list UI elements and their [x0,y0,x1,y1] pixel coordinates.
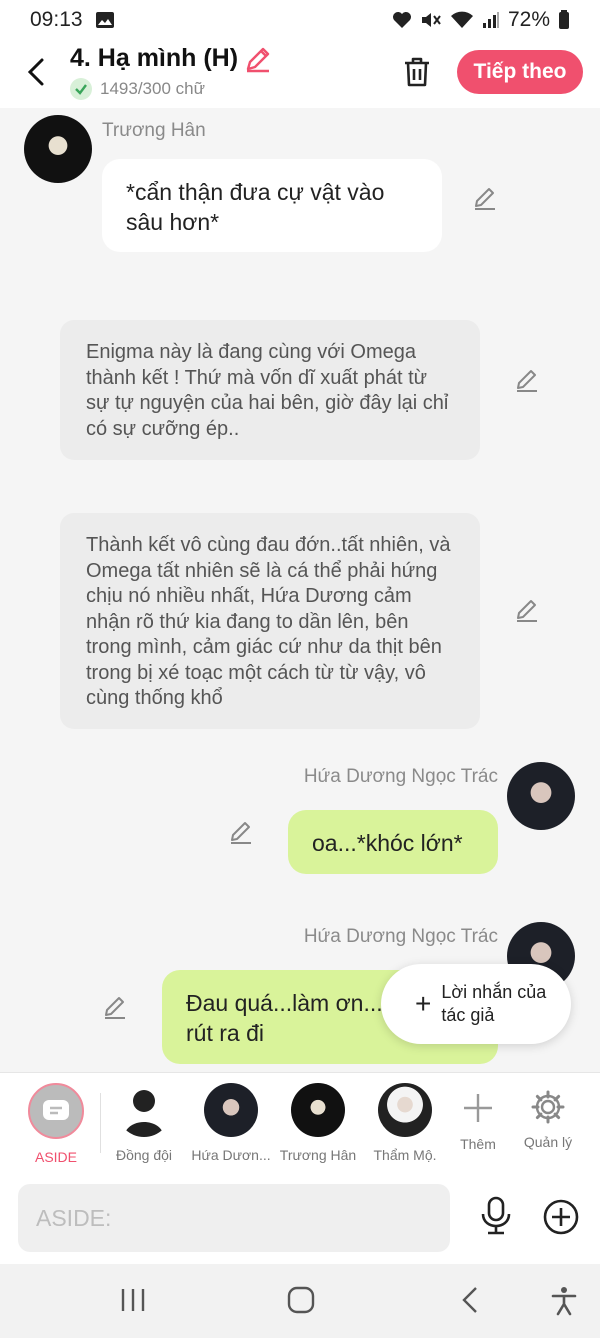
battery-icon [559,10,569,29]
character-label: Thẩm Mộ. [373,1147,437,1163]
signal-icon [482,12,499,28]
character-tham-mo[interactable]: Thẩm Mộ. [365,1083,445,1163]
home-icon[interactable] [287,1286,315,1314]
battery-percent: 72% [507,8,550,31]
avatar [291,1083,345,1137]
chevron-left-icon [27,58,44,86]
input-bar: ASIDE: [0,1172,600,1264]
recent-apps-icon[interactable] [120,1286,146,1314]
gear-icon [531,1090,565,1124]
character-aside[interactable]: ASIDE [16,1083,96,1165]
avatar [378,1083,432,1137]
message-input[interactable]: ASIDE: [18,1184,450,1252]
chat-area[interactable]: Trương Hân *cẩn thận đưa cự vật vào sâu … [0,108,600,1072]
narration-bubble[interactable]: Thành kết vô cùng đau đớn..tất nhiên, và… [60,513,480,729]
aside-avatar [28,1083,84,1139]
message-bubble[interactable]: oa...*khóc lớn* [288,810,498,874]
character-label: Thêm [460,1136,496,1152]
edit-message-icon[interactable] [102,994,128,1020]
character-bar: ASIDE Đồng đội Hứa Dươn... Trương Hân Th… [0,1072,600,1172]
mic-icon[interactable] [478,1196,514,1236]
manage-button[interactable]: Quản lý [508,1083,588,1150]
sender-name: Hứa Dương Ngọc Trác [303,766,498,787]
character-label: Trương Hân [279,1147,357,1163]
character-truong-han[interactable]: Trương Hân [278,1083,358,1163]
edit-message-icon[interactable] [228,819,254,845]
header: 4. Hạ mình (H) 1493/300 chữ Tiếp theo [0,40,600,108]
message-bubble[interactable]: *cẩn thận đưa cự vật vào sâu hơn* [102,159,442,252]
heart-icon [392,12,411,28]
author-note-label: Lời nhắn của tác giả [441,982,547,1025]
next-button[interactable]: Tiếp theo [457,50,583,94]
accessibility-icon[interactable] [550,1286,578,1316]
system-nav-bar [0,1264,600,1338]
plus-icon [464,1094,492,1122]
chat-bubble-icon [43,1100,69,1120]
character-label: Đồng đội [115,1147,173,1163]
edit-title-icon[interactable] [244,45,272,73]
page-title: 4. Hạ mình (H) [70,44,239,72]
edit-message-icon[interactable] [514,367,540,393]
character-label: Quản lý [523,1134,573,1150]
word-count: 1493/300 chữ [100,79,205,98]
silhouette-icon [117,1083,171,1137]
trash-icon [405,57,429,87]
edit-message-icon[interactable] [472,185,498,211]
character-label: ASIDE [34,1149,77,1165]
sender-name: Trương Hân [102,120,206,141]
add-character-button[interactable]: Thêm [438,1083,518,1152]
plus-icon: + [415,988,432,1019]
edit-message-icon[interactable] [514,597,540,623]
character-label: Hứa Dươn... [191,1147,271,1163]
delete-button[interactable] [398,52,436,92]
avatar [204,1083,258,1137]
character-teammate[interactable]: Đồng đội [104,1083,184,1163]
status-bar: 09:13 72% [0,0,600,40]
check-icon [70,78,92,100]
back-button[interactable] [18,52,54,92]
divider [100,1093,101,1153]
narration-bubble[interactable]: Enigma này là đang cùng với Omega thành … [60,320,480,460]
gallery-icon [95,12,114,28]
status-time: 09:13 [30,8,83,31]
add-attachment-icon[interactable] [542,1198,580,1236]
back-nav-icon[interactable] [460,1286,480,1314]
character-hua-duong[interactable]: Hứa Dươn... [191,1083,271,1163]
avatar-truong-han[interactable] [24,115,92,183]
author-note-button[interactable]: + Lời nhắn của tác giả [381,964,571,1044]
sender-name: Hứa Dương Ngọc Trác [303,926,498,947]
mute-icon [421,13,441,27]
wifi-icon [450,11,473,28]
avatar-hua-duong[interactable] [507,762,575,830]
